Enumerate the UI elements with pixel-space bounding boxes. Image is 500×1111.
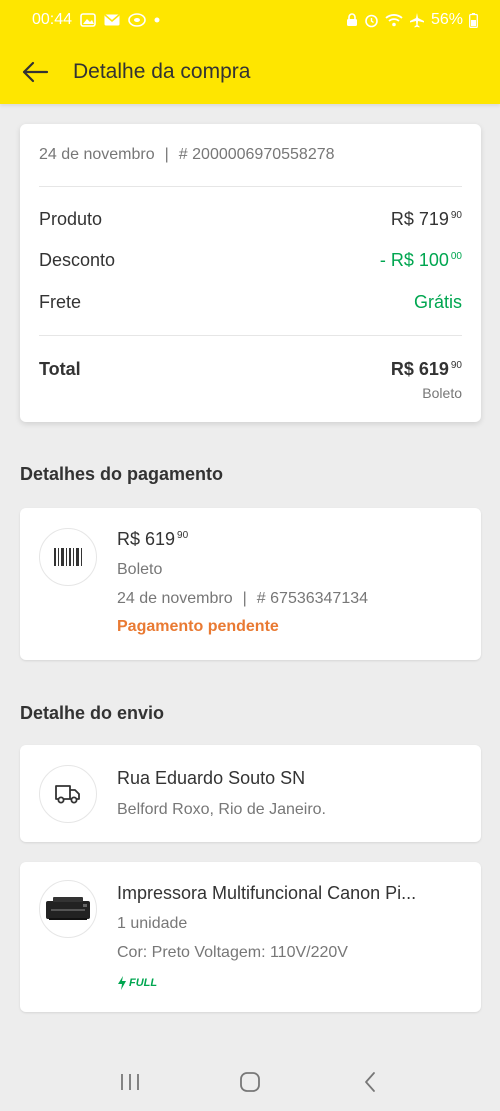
payment-method-badge bbox=[39, 528, 97, 586]
recent-apps-button[interactable] bbox=[110, 1062, 150, 1102]
battery-icon bbox=[469, 12, 478, 28]
status-time: 00:44 bbox=[32, 11, 73, 28]
produto-cents: 90 bbox=[450, 210, 462, 221]
full-badge: FULL bbox=[117, 976, 157, 990]
chevron-left-icon bbox=[365, 1071, 375, 1092]
page-title: Detalhe da compra bbox=[73, 60, 251, 83]
total-price: R$ 619 90 bbox=[391, 359, 462, 380]
divider bbox=[39, 186, 462, 187]
product-thumbnail bbox=[39, 880, 97, 938]
product-variant: Cor: Preto Voltagem: 110V/220V bbox=[117, 944, 348, 961]
payment-method: Boleto bbox=[117, 561, 163, 578]
produto-price: R$ 719 90 bbox=[391, 209, 462, 230]
purchase-summary-card: 24 de novembro | # 2000006970558278 Prod… bbox=[20, 124, 481, 422]
status-bar: 00:44 56% bbox=[0, 0, 500, 40]
order-number: # 2000006970558278 bbox=[178, 146, 335, 163]
notification-dot-icon bbox=[154, 17, 160, 23]
home-icon bbox=[240, 1071, 260, 1092]
truck-icon bbox=[55, 785, 80, 804]
barcode-icon bbox=[54, 548, 82, 566]
payment-card[interactable]: R$ 619 90 Boleto 24 de novembro | # 67536… bbox=[20, 508, 481, 660]
shipping-street: Rua Eduardo Souto SN bbox=[117, 768, 306, 788]
battery-percent: 56% bbox=[430, 11, 463, 28]
recent-apps-icon bbox=[121, 1073, 139, 1090]
frete-value: Grátis bbox=[413, 292, 462, 312]
payment-date: 24 de novembro bbox=[117, 590, 233, 607]
gallery-icon bbox=[80, 13, 96, 27]
total-label: Total bbox=[39, 359, 81, 379]
divider bbox=[39, 335, 462, 336]
meta-separator: | bbox=[164, 146, 169, 163]
desconto-row: Desconto - R$ 100 00 bbox=[39, 250, 462, 271]
alarm-icon bbox=[364, 13, 379, 28]
home-button[interactable] bbox=[230, 1062, 270, 1102]
system-back-button[interactable] bbox=[350, 1062, 390, 1102]
payment-amount-value: R$ 619 bbox=[117, 529, 176, 549]
total-method: Boleto bbox=[422, 385, 462, 401]
full-badge-label: FULL bbox=[129, 977, 158, 989]
wifi-icon bbox=[385, 13, 403, 27]
desconto-price: - R$ 100 00 bbox=[380, 250, 462, 271]
product-quantity: 1 unidade bbox=[117, 915, 188, 932]
produto-row: Produto R$ 719 90 bbox=[39, 209, 462, 230]
produto-label: Produto bbox=[39, 209, 103, 229]
payment-meta: 24 de novembro | # 67536347134 bbox=[117, 590, 368, 608]
total-value: R$ 619 bbox=[390, 359, 449, 379]
total-cents: 90 bbox=[450, 360, 462, 371]
frete-row: Frete Grátis bbox=[39, 292, 462, 313]
payment-ref: # 67536347134 bbox=[256, 590, 369, 607]
system-nav-bar bbox=[0, 1052, 500, 1111]
produto-value: R$ 719 bbox=[390, 209, 449, 229]
app-header: Detalhe da compra bbox=[0, 40, 500, 104]
total-row: Total R$ 619 90 bbox=[39, 359, 462, 380]
payment-section-title: Detalhes do pagamento bbox=[20, 464, 224, 484]
desconto-value: - R$ 100 bbox=[379, 250, 449, 270]
shipping-city: Belford Roxo, Rio de Janeiro. bbox=[117, 801, 326, 818]
product-name: Impressora Multifuncional Canon Pi... bbox=[117, 883, 417, 903]
lightning-icon bbox=[118, 976, 126, 990]
payment-amount: R$ 619 90 bbox=[117, 529, 188, 550]
lock-icon bbox=[346, 13, 358, 27]
product-card[interactable]: Impressora Multifuncional Canon Pi... 1 … bbox=[20, 862, 481, 1012]
frete-label: Frete bbox=[39, 292, 82, 312]
shipping-section-title: Detalhe do envio bbox=[20, 703, 165, 723]
airplane-icon bbox=[409, 12, 425, 28]
printer-icon bbox=[46, 897, 90, 920]
meta-separator: | bbox=[242, 590, 247, 607]
app-icon bbox=[128, 13, 146, 27]
desconto-label: Desconto bbox=[39, 250, 116, 270]
shipping-icon-badge bbox=[39, 765, 97, 823]
purchase-meta: 24 de novembro | # 2000006970558278 bbox=[39, 146, 335, 164]
mail-icon bbox=[104, 14, 120, 26]
shipping-address-card[interactable]: Rua Eduardo Souto SN Belford Roxo, Rio d… bbox=[20, 745, 481, 842]
purchase-date: 24 de novembro bbox=[39, 146, 155, 163]
desconto-cents: 00 bbox=[450, 251, 462, 262]
back-button[interactable] bbox=[18, 55, 52, 89]
arrow-left-icon bbox=[22, 61, 49, 83]
payment-status: Pagamento pendente bbox=[117, 618, 279, 635]
payment-amount-cents: 90 bbox=[177, 530, 189, 541]
